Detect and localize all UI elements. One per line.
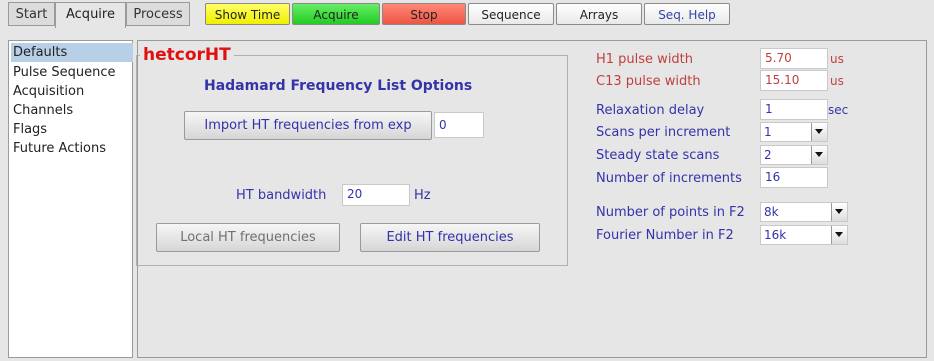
sidebar: Defaults Pulse Sequence Acquisition Chan… [8, 40, 133, 358]
tab-process[interactable]: Process [126, 2, 190, 26]
fourier-number-f2-value: 16k [764, 228, 787, 242]
sidebar-item-acquisition[interactable]: Acquisition [11, 82, 133, 101]
sidebar-item-future-actions[interactable]: Future Actions [11, 139, 133, 158]
number-of-increments-field[interactable]: 16 [760, 167, 828, 188]
h1-pulse-width-unit: us [830, 52, 844, 66]
steady-state-scans-value: 2 [764, 148, 772, 162]
chevron-down-icon[interactable] [811, 146, 827, 164]
sidebar-item-flags[interactable]: Flags [11, 120, 133, 139]
c13-pulse-width-label: C13 pulse width [596, 74, 701, 89]
points-in-f2-value: 8k [764, 205, 779, 219]
tab-start[interactable]: Start [8, 2, 55, 26]
sidebar-item-defaults[interactable]: Defaults [11, 43, 133, 62]
h1-pulse-width-label: H1 pulse width [596, 52, 694, 67]
seq-help-button[interactable]: Seq. Help [644, 3, 730, 25]
chevron-down-icon[interactable] [831, 226, 847, 244]
edit-ht-frequencies-button[interactable]: Edit HT frequencies [360, 223, 540, 252]
scans-per-increment-select[interactable]: 1 [760, 122, 828, 142]
ht-bandwidth-field[interactable]: 20 [342, 184, 410, 206]
scans-per-increment-label: Scans per increment [596, 125, 731, 140]
sidebar-item-pulse-sequence[interactable]: Pulse Sequence [11, 63, 133, 82]
c13-pulse-width-field[interactable]: 15.10 [760, 70, 828, 91]
h1-pulse-width-field[interactable]: 5.70 [760, 48, 828, 69]
local-ht-frequencies-button[interactable]: Local HT frequencies [156, 223, 340, 252]
import-exp-field[interactable]: 0 [434, 112, 484, 138]
fourier-number-f2-select[interactable]: 16k [760, 225, 848, 245]
steady-state-scans-label: Steady state scans [596, 148, 720, 163]
number-of-increments-label: Number of increments [596, 171, 742, 186]
points-in-f2-select[interactable]: 8k [760, 202, 848, 222]
relaxation-delay-label: Relaxation delay [596, 103, 705, 118]
chevron-down-icon[interactable] [831, 203, 847, 221]
scans-per-increment-value: 1 [764, 125, 772, 139]
c13-pulse-width-unit: us [830, 74, 844, 88]
import-ht-frequencies-button[interactable]: Import HT frequencies from exp [184, 111, 432, 140]
ht-bandwidth-label: HT bandwidth [236, 188, 327, 203]
relaxation-delay-field[interactable]: 1 [760, 99, 828, 120]
relaxation-delay-unit: sec [828, 103, 849, 117]
hadamard-heading: Hadamard Frequency List Options [204, 78, 473, 94]
points-in-f2-label: Number of points in F2 [596, 205, 745, 220]
chevron-down-icon[interactable] [811, 123, 827, 141]
ht-bandwidth-unit: Hz [414, 188, 431, 203]
sidebar-item-channels[interactable]: Channels [11, 101, 133, 120]
tab-acquire[interactable]: Acquire [55, 2, 126, 28]
sequence-button[interactable]: Sequence [468, 3, 554, 25]
steady-state-scans-select[interactable]: 2 [760, 145, 828, 165]
acquire-button[interactable]: Acquire [292, 3, 380, 25]
stop-button[interactable]: Stop [382, 3, 466, 25]
show-time-button[interactable]: Show Time [205, 3, 290, 25]
arrays-button[interactable]: Arrays [556, 3, 642, 25]
fourier-number-f2-label: Fourier Number in F2 [596, 228, 734, 243]
app-window: Start Acquire Process Show Time Acquire … [0, 0, 934, 361]
group-title: hetcorHT [140, 45, 234, 65]
